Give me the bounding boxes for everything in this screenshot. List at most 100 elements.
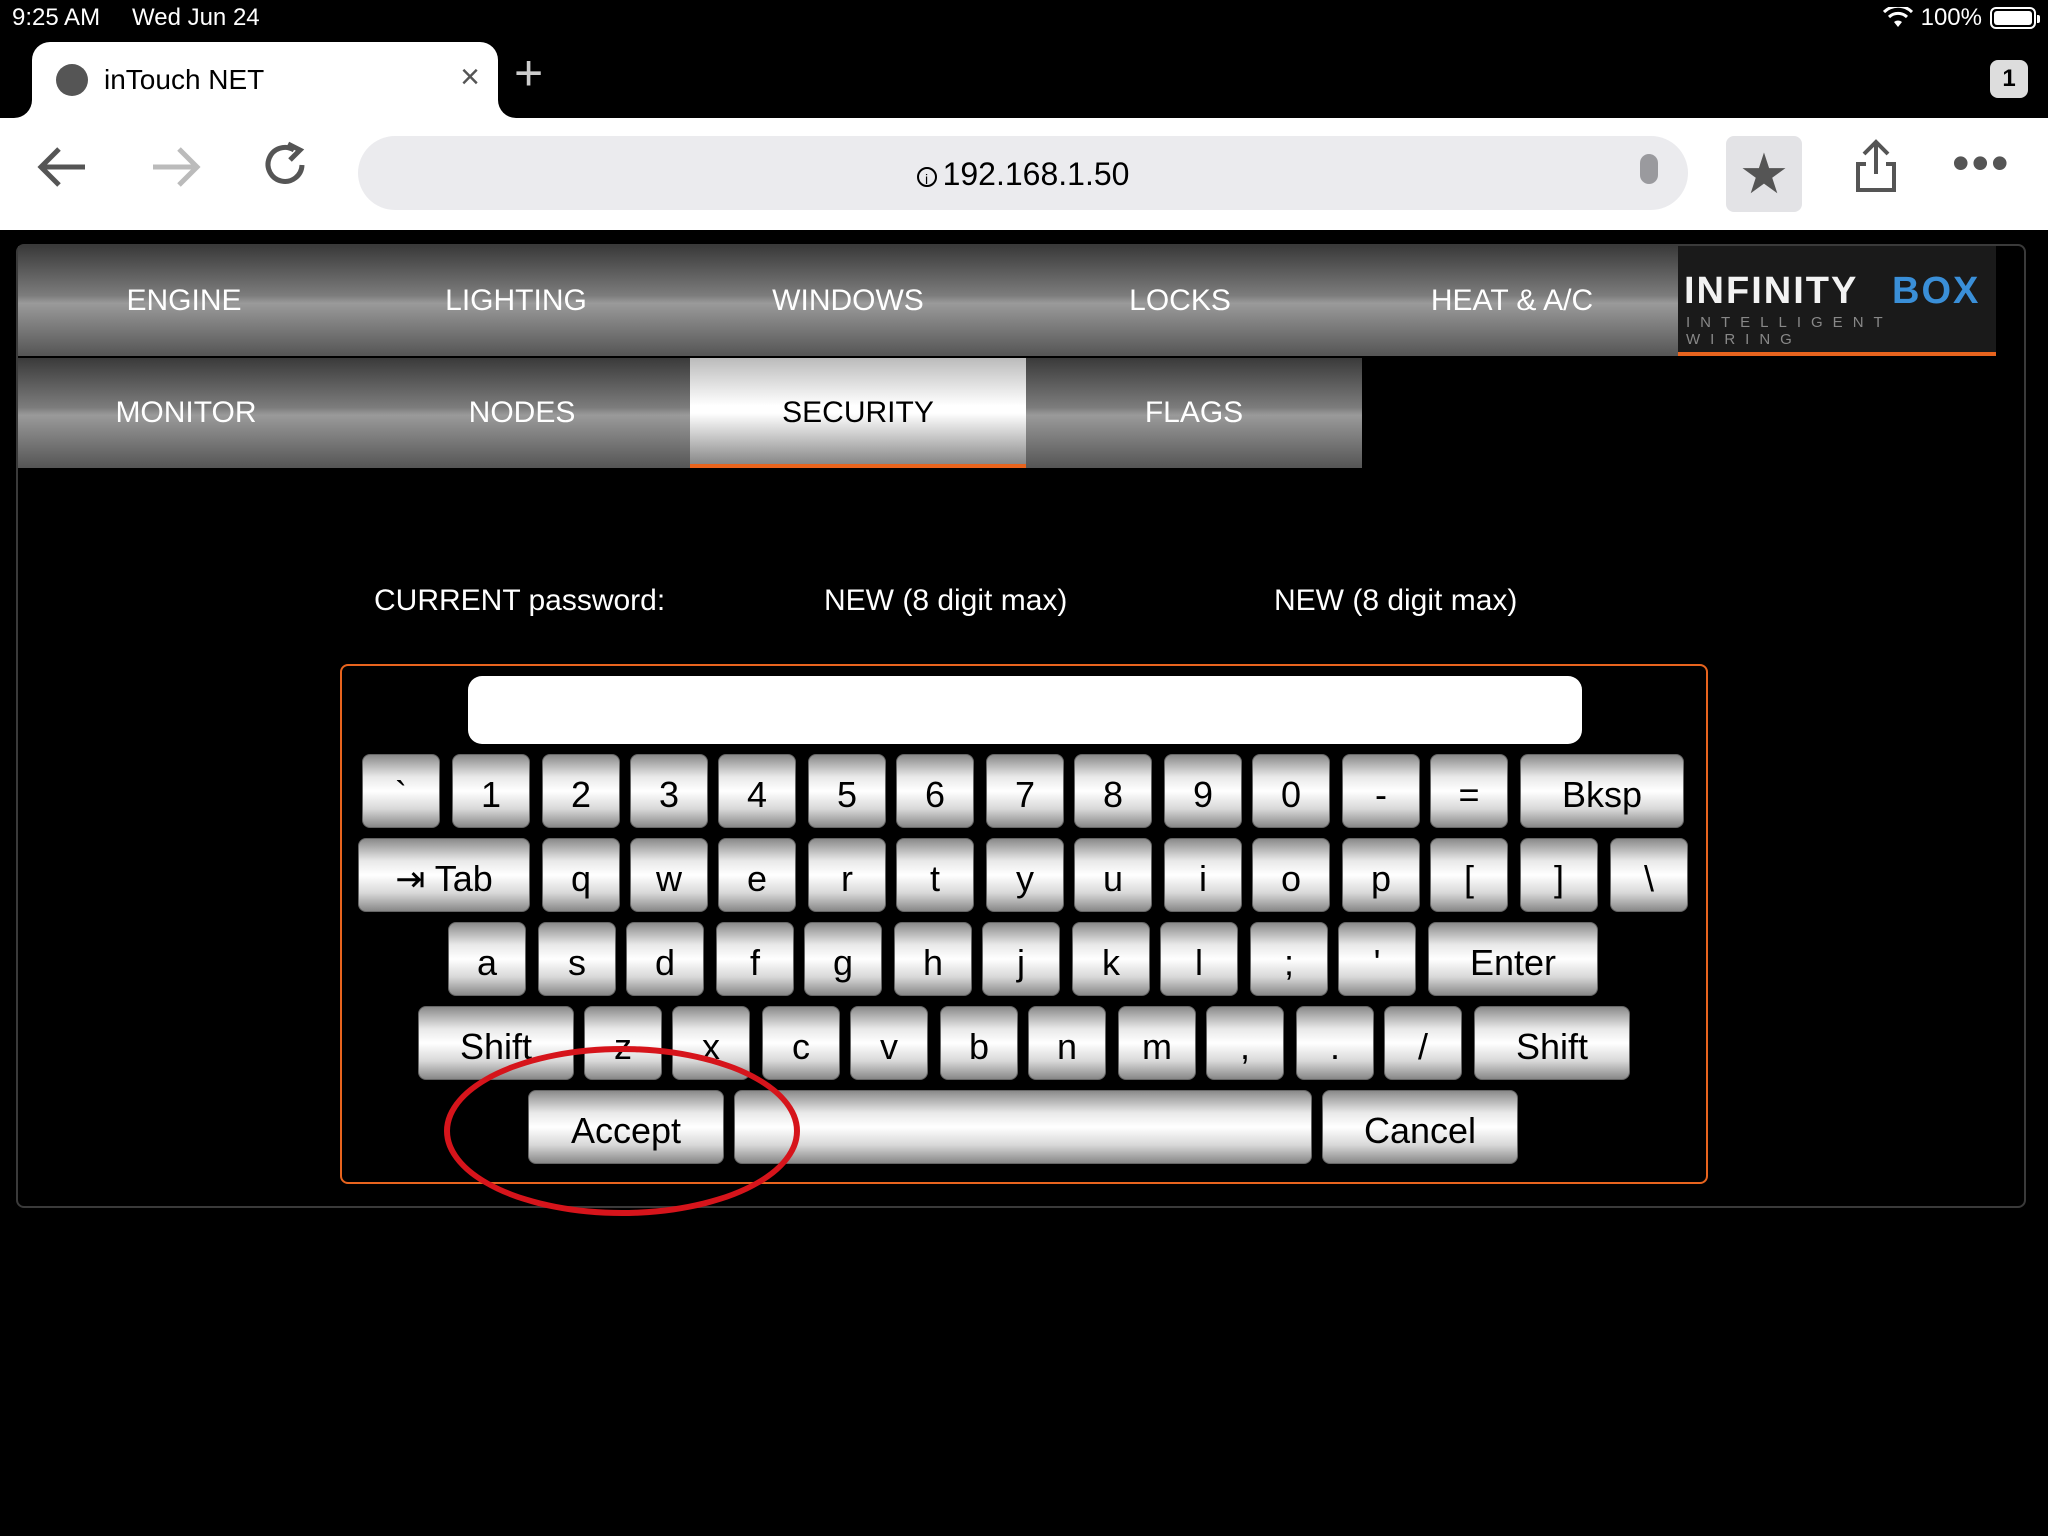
key-3-row1[interactable]: 3 — [630, 754, 708, 828]
globe-icon — [56, 64, 88, 96]
shift-key[interactable]: Shift — [1474, 1006, 1630, 1080]
tab-flags[interactable]: FLAGS — [1026, 358, 1362, 468]
logo-brand-accent: BOX — [1892, 270, 1981, 312]
key-8-row3[interactable]: l — [1160, 922, 1238, 996]
key-2-row3[interactable]: d — [626, 922, 704, 996]
current-password-label: CURRENT password: — [374, 584, 666, 617]
key-11-row2[interactable]: [ — [1430, 838, 1508, 912]
battery-percent: 100% — [1920, 4, 1982, 31]
bookmark-button[interactable]: ★ — [1726, 136, 1802, 212]
key-3-row3[interactable]: f — [716, 922, 794, 996]
key-7-row1[interactable]: 7 — [986, 754, 1064, 828]
tab-title: inTouch NET — [104, 64, 265, 95]
tab-windows[interactable]: WINDOWS — [682, 246, 1014, 356]
key-12-row2[interactable]: ] — [1520, 838, 1598, 912]
tab-count-button[interactable]: 1 — [1990, 60, 2028, 98]
tab-locks[interactable]: LOCKS — [1014, 246, 1346, 356]
key-9-row4[interactable]: . — [1296, 1006, 1374, 1080]
key-1-row1[interactable]: 1 — [452, 754, 530, 828]
forward-button[interactable] — [140, 140, 210, 204]
key-4-row3[interactable]: g — [804, 922, 882, 996]
key-10-row4[interactable]: / — [1384, 1006, 1462, 1080]
status-right: 100% — [1882, 4, 2040, 32]
key-7-row2[interactable]: u — [1074, 838, 1152, 912]
tab-heat-ac[interactable]: HEAT & A/C — [1346, 246, 1678, 356]
key-6-row1[interactable]: 6 — [896, 754, 974, 828]
nav-row-2: MONITOR NODES SECURITY FLAGS — [18, 358, 1362, 468]
key-10-row1[interactable]: 0 — [1252, 754, 1330, 828]
key-3-row4[interactable]: c — [762, 1006, 840, 1080]
key-0-row3[interactable]: a — [448, 922, 526, 996]
key-7-row4[interactable]: m — [1118, 1006, 1196, 1080]
key-8-row4[interactable]: , — [1206, 1006, 1284, 1080]
url-text: i 192.168.1.50 — [358, 156, 1688, 193]
tab-engine[interactable]: ENGINE — [18, 246, 350, 356]
key-2-row1[interactable]: 2 — [542, 754, 620, 828]
key-1-row3[interactable]: s — [538, 922, 616, 996]
key-5-row3[interactable]: h — [894, 922, 972, 996]
reload-button[interactable] — [250, 140, 320, 204]
cancel-button[interactable]: Cancel — [1322, 1090, 1518, 1164]
key-6-row4[interactable]: n — [1028, 1006, 1106, 1080]
microphone-icon[interactable] — [1640, 154, 1658, 184]
new-tab-button[interactable]: + — [514, 48, 543, 98]
key-6-row2[interactable]: y — [986, 838, 1064, 912]
key-6-row3[interactable]: j — [982, 922, 1060, 996]
tab-corner-left — [0, 96, 32, 118]
tab-key[interactable]: ⇥ Tab — [358, 838, 530, 912]
browser-tab[interactable]: inTouch NET × — [32, 42, 498, 118]
more-button[interactable]: ••• — [1952, 134, 2011, 192]
key-5-row4[interactable]: b — [940, 1006, 1018, 1080]
close-icon[interactable]: × — [460, 58, 480, 97]
key-0-row1[interactable]: ` — [362, 754, 440, 828]
logo-tagline: INTELLIGENT WIRING — [1686, 314, 1893, 348]
enter-key[interactable]: Enter — [1428, 922, 1598, 996]
key-10-row3[interactable]: ' — [1338, 922, 1416, 996]
share-button[interactable] — [1846, 138, 1906, 206]
key-12-row1[interactable]: = — [1430, 754, 1508, 828]
share-icon — [1856, 139, 1896, 192]
nav-row-1: ENGINE LIGHTING WINDOWS LOCKS HEAT & A/C — [18, 246, 1678, 356]
arrow-left-icon — [37, 147, 85, 187]
key-13-row2[interactable]: \ — [1610, 838, 1688, 912]
key-3-row2[interactable]: e — [718, 838, 796, 912]
space-bar[interactable] — [734, 1090, 1312, 1164]
key-4-row1[interactable]: 4 — [718, 754, 796, 828]
new-password-label: NEW (8 digit max) — [824, 584, 1068, 617]
infinitybox-logo: INFINITY BOX INTELLIGENT WIRING — [1678, 246, 1996, 356]
key-8-row2[interactable]: i — [1164, 838, 1242, 912]
url-value: 192.168.1.50 — [942, 156, 1130, 192]
key-8-row1[interactable]: 8 — [1074, 754, 1152, 828]
key-4-row2[interactable]: r — [808, 838, 886, 912]
status-bar: 9:25 AM Wed Jun 24 100% — [0, 0, 2048, 40]
info-icon: i — [916, 166, 937, 187]
key-7-row3[interactable]: k — [1072, 922, 1150, 996]
key-11-row1[interactable]: - — [1342, 754, 1420, 828]
browser-toolbar: i 192.168.1.50 ★ ••• — [0, 118, 2048, 230]
key-2-row2[interactable]: w — [630, 838, 708, 912]
back-button[interactable] — [28, 140, 98, 204]
confirm-password-label: NEW (8 digit max) — [1274, 584, 1518, 617]
key-9-row1[interactable]: 9 — [1164, 754, 1242, 828]
key-5-row1[interactable]: 5 — [808, 754, 886, 828]
reload-icon — [265, 141, 305, 184]
keyboard-input-field[interactable] — [468, 676, 1582, 744]
key-4-row4[interactable]: v — [850, 1006, 928, 1080]
key-9-row3[interactable]: ; — [1250, 922, 1328, 996]
key-5-row2[interactable]: t — [896, 838, 974, 912]
tab-lighting[interactable]: LIGHTING — [350, 246, 682, 356]
backspace-key[interactable]: Bksp — [1520, 754, 1684, 828]
arrow-right-icon — [153, 147, 201, 187]
key-9-row2[interactable]: o — [1252, 838, 1330, 912]
wifi-icon — [1882, 7, 1913, 27]
tab-security[interactable]: SECURITY — [690, 358, 1026, 468]
highlight-circle — [444, 1046, 800, 1216]
url-bar[interactable]: i 192.168.1.50 — [358, 136, 1688, 210]
tab-monitor[interactable]: MONITOR — [18, 358, 354, 468]
tab-nodes[interactable]: NODES — [354, 358, 690, 468]
battery-icon — [1990, 7, 2040, 29]
logo-brand-main: INFINITY — [1684, 270, 1859, 312]
status-time: 9:25 AM — [12, 4, 101, 31]
key-10-row2[interactable]: p — [1342, 838, 1420, 912]
key-1-row2[interactable]: q — [542, 838, 620, 912]
